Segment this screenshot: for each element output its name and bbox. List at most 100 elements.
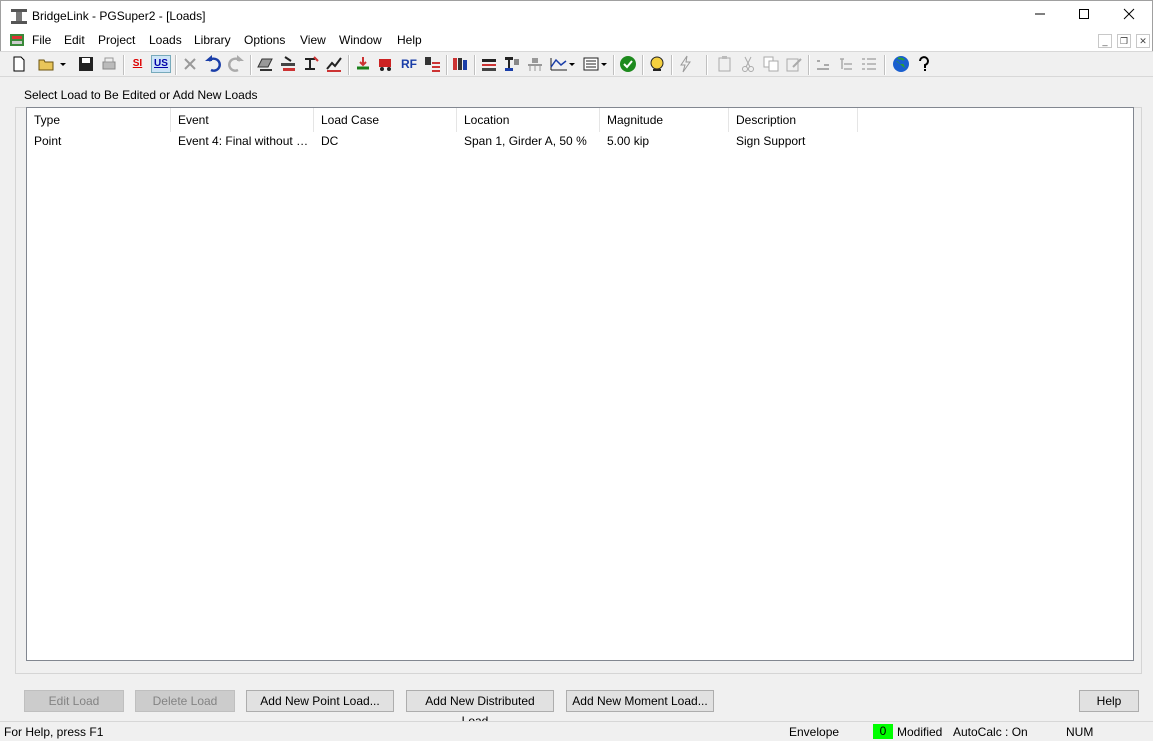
toolbar-separator — [706, 55, 708, 75]
table-row[interactable]: Point Event 4: Final without Liv... DC S… — [27, 132, 1133, 150]
maximize-icon — [1079, 9, 1089, 19]
mdi-restore-button[interactable]: ❐ — [1117, 34, 1131, 48]
minimize-button[interactable] — [1017, 1, 1063, 31]
status-num: NUM — [1066, 725, 1094, 739]
cell-description: Sign Support — [736, 134, 806, 148]
edit-load-button[interactable]: Edit Load — [24, 690, 124, 712]
paste-icon[interactable] — [716, 55, 734, 73]
loads-icon[interactable] — [354, 55, 372, 73]
globe-icon[interactable] — [892, 55, 910, 73]
save-icon[interactable] — [77, 55, 95, 73]
close-icon — [1123, 8, 1135, 20]
toolbar-separator — [884, 55, 886, 75]
status-badge: 0 — [873, 724, 893, 739]
menu-edit[interactable]: Edit — [64, 33, 85, 47]
truck-icon[interactable] — [377, 55, 395, 73]
design-girder-icon[interactable] — [648, 55, 666, 73]
toolbar: SI US RF — [0, 51, 1153, 77]
toolbar-separator — [250, 55, 252, 75]
loads-view: Select Load to Be Edited or Add New Load… — [1, 78, 1152, 728]
analysis-icon[interactable] — [526, 55, 544, 73]
column-header-event[interactable]: Event — [171, 108, 314, 132]
add-point-load-button[interactable]: Add New Point Load... — [246, 690, 394, 712]
copy-icon[interactable] — [762, 55, 780, 73]
cut-icon[interactable] — [739, 55, 757, 73]
column-header-description[interactable]: Description — [729, 108, 858, 132]
bridge-plan-icon[interactable] — [480, 55, 498, 73]
mdi-close-button[interactable]: ✕ — [1136, 34, 1150, 48]
menu-loads[interactable]: Loads — [149, 33, 182, 47]
add-moment-load-button[interactable]: Add New Moment Load... — [566, 690, 714, 712]
library-icon[interactable] — [451, 55, 469, 73]
align-icon[interactable] — [814, 55, 832, 73]
tree-icon[interactable] — [837, 55, 855, 73]
edit-girder-icon[interactable] — [302, 55, 320, 73]
menu-window[interactable]: Window — [339, 33, 382, 47]
status-envelope: Envelope — [789, 725, 840, 739]
document-icon[interactable] — [9, 32, 25, 48]
edit-pier-icon[interactable] — [279, 55, 297, 73]
cell-event: Event 4: Final without Liv... — [178, 134, 314, 148]
print-icon[interactable] — [100, 55, 118, 73]
open-folder-icon[interactable] — [37, 55, 55, 73]
girder-view-icon[interactable] — [503, 55, 521, 73]
title-bar: BridgeLink - PGSuper2 - [Loads] — [0, 0, 1153, 31]
minimize-icon — [1035, 13, 1045, 15]
toolbar-separator — [446, 55, 448, 75]
lightning-icon[interactable] — [677, 55, 695, 73]
menu-options[interactable]: Options — [244, 33, 285, 47]
open-dropdown-icon[interactable] — [58, 55, 68, 73]
toolbar-separator — [474, 55, 476, 75]
menu-library[interactable]: Library — [194, 33, 231, 47]
column-header-magnitude[interactable]: Magnitude — [600, 108, 729, 132]
status-help-text: For Help, press F1 — [4, 725, 104, 739]
report-icon[interactable] — [582, 55, 608, 73]
help-context-icon[interactable] — [915, 55, 933, 73]
maximize-button[interactable] — [1061, 1, 1107, 31]
cell-type: Point — [34, 134, 62, 148]
edit-bridge-icon[interactable] — [256, 55, 274, 73]
toolbar-separator — [613, 55, 615, 75]
toolbar-separator — [642, 55, 644, 75]
toolbar-separator — [671, 55, 673, 75]
close-button[interactable] — [1106, 1, 1152, 31]
menu-help[interactable]: Help — [397, 33, 422, 47]
group-label: Select Load to Be Edited or Add New Load… — [21, 88, 261, 102]
undo-icon[interactable] — [204, 55, 222, 73]
cell-location: Span 1, Girder A, 50 % — [464, 134, 587, 148]
rating-factor-button[interactable]: RF — [399, 55, 419, 73]
toolbar-separator — [175, 55, 177, 75]
list-icon[interactable] — [860, 55, 878, 73]
menu-view[interactable]: View — [300, 33, 326, 47]
live-load-icon[interactable] — [423, 55, 441, 73]
menu-project[interactable]: Project — [98, 33, 135, 47]
redo-icon[interactable] — [227, 55, 245, 73]
us-units-button[interactable]: US — [151, 55, 171, 73]
column-header-load-case[interactable]: Load Case — [314, 108, 457, 132]
graph-icon[interactable] — [549, 55, 575, 73]
delete-load-button[interactable]: Delete Load — [135, 690, 235, 712]
menu-file[interactable]: File — [32, 33, 51, 47]
column-header-location[interactable]: Location — [457, 108, 600, 132]
status-modified: Modified — [897, 725, 943, 739]
menu-bar: File Edit Project Loads Library Options … — [0, 31, 1153, 51]
new-document-icon[interactable] — [10, 55, 28, 73]
cell-load-case: DC — [321, 134, 339, 148]
edit-item-icon[interactable] — [785, 55, 803, 73]
help-button[interactable]: Help — [1079, 690, 1139, 712]
edit-span-icon[interactable] — [325, 55, 343, 73]
window-title: BridgeLink - PGSuper2 - [Loads] — [32, 9, 206, 23]
check-icon[interactable] — [619, 55, 637, 73]
status-bar: For Help, press F1 Envelope 0 Modified A… — [0, 721, 1153, 741]
list-header: Type Event Load Case Location Magnitude … — [27, 108, 1133, 132]
column-header-type[interactable]: Type — [27, 108, 171, 132]
toolbar-separator — [808, 55, 810, 75]
mdi-minimize-button[interactable]: _ — [1098, 34, 1112, 48]
delete-icon[interactable] — [181, 55, 199, 73]
add-distributed-load-button[interactable]: Add New Distributed Load... — [406, 690, 554, 728]
loads-list[interactable]: Type Event Load Case Location Magnitude … — [26, 107, 1134, 661]
cell-magnitude: 5.00 kip — [607, 134, 650, 148]
app-icon — [11, 9, 27, 24]
si-units-button[interactable]: SI — [128, 55, 147, 73]
status-autocalc: AutoCalc : On — [953, 725, 1028, 739]
